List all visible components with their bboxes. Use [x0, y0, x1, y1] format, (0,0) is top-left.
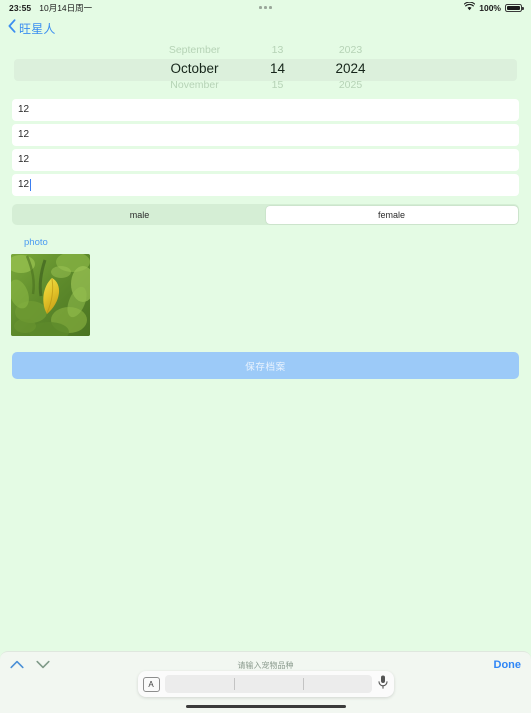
date-picker-year-above: 2023 — [338, 44, 363, 56]
date-picker-row-above[interactable]: September 13 2023 — [0, 44, 531, 56]
more-dots-icon[interactable] — [259, 6, 272, 9]
chevron-up-icon[interactable] — [10, 656, 24, 674]
chevron-left-icon — [8, 18, 16, 38]
text-field-3[interactable]: 12 — [12, 149, 519, 171]
text-field-3-value: 12 — [18, 154, 30, 165]
back-button-label: 旺星人 — [19, 21, 56, 36]
keyboard-language-glyph: A — [148, 679, 154, 689]
text-cursor — [29, 179, 32, 191]
text-field-2-value: 12 — [18, 129, 30, 140]
text-field-4-value: 12 — [18, 179, 30, 190]
date-picker[interactable]: September 13 2023 October 14 2024 Novemb… — [0, 43, 531, 95]
keyboard-accessory: 请输入宠物品种 Done A — [0, 651, 531, 713]
date-picker-day-below: 15 — [271, 79, 284, 91]
date-picker-year-below: 2025 — [338, 79, 363, 91]
status-bar-left: 23:55 10月14日周一 — [9, 2, 92, 14]
battery-percent: 100% — [479, 2, 501, 13]
status-time: 23:55 — [9, 2, 32, 13]
keyboard-language-icon[interactable]: A — [142, 676, 160, 692]
suggestion-slot-1[interactable] — [165, 678, 234, 690]
keyboard-input-hint: 请输入宠物品种 — [237, 660, 294, 670]
save-button-label: 保存档案 — [245, 361, 286, 373]
microphone-icon[interactable] — [377, 674, 389, 695]
date-picker-month-below: November — [170, 79, 219, 91]
date-picker-year-selected: 2024 — [335, 61, 366, 76]
navigation-bar: 旺星人 — [0, 15, 531, 41]
wifi-icon — [464, 1, 476, 13]
date-picker-month-above: September — [168, 44, 221, 56]
back-button[interactable]: 旺星人 — [8, 18, 56, 38]
date-picker-day-selected: 14 — [269, 61, 286, 76]
done-button[interactable]: Done — [494, 659, 522, 671]
text-field-1[interactable]: 12 — [12, 99, 519, 121]
date-picker-row-selected[interactable]: October 14 2024 — [0, 61, 531, 76]
date-picker-month-selected: October — [170, 61, 219, 76]
home-indicator[interactable] — [185, 704, 346, 708]
photo-label[interactable]: photo — [24, 237, 48, 248]
chevron-down-icon[interactable] — [36, 656, 50, 674]
leaf-photo-image — [11, 254, 90, 336]
text-field-4[interactable]: 12 — [12, 174, 519, 196]
field-navigation-arrows — [10, 656, 50, 674]
date-picker-row-below[interactable]: November 15 2025 — [0, 79, 531, 91]
text-field-2[interactable]: 12 — [12, 124, 519, 146]
minimized-keyboard-bar: A — [137, 671, 394, 697]
form-content: September 13 2023 October 14 2024 Novemb… — [0, 43, 531, 379]
segment-female[interactable]: female — [265, 205, 518, 224]
suggestion-slot-3[interactable] — [302, 678, 372, 690]
status-date: 10月14日周一 — [39, 2, 93, 13]
save-button[interactable]: 保存档案 — [12, 352, 519, 379]
text-field-1-value: 12 — [18, 104, 30, 115]
status-bar: 23:55 10月14日周一 100% — [0, 0, 531, 15]
suggestion-strip[interactable] — [164, 675, 372, 693]
status-bar-right: 100% — [464, 1, 524, 13]
battery-icon — [505, 3, 524, 12]
suggestion-slot-2[interactable] — [233, 678, 303, 690]
date-picker-day-above: 13 — [271, 44, 284, 56]
gender-segmented-control[interactable]: male female — [12, 204, 519, 225]
photo-thumbnail[interactable] — [11, 254, 90, 336]
segment-male[interactable]: male — [14, 206, 266, 224]
